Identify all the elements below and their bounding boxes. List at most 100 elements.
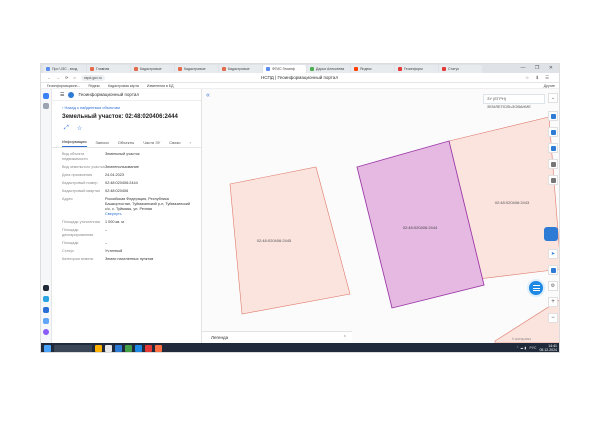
browser-tab-strip: Про ЧЭС - вход Главная Кадастровые Кадас…: [41, 64, 559, 73]
browser-tab[interactable]: Про ЧЭС - вход: [43, 64, 86, 73]
measure-icon[interactable]: [548, 127, 558, 137]
menu-lines-icon: [532, 285, 540, 291]
url-field[interactable]: nspd.gov.ru: [80, 74, 105, 81]
panel-header: ☰ Геоинформационный портал: [52, 89, 201, 101]
attribute-row: Адрес Российская Федерация, Республика Ба…: [62, 197, 190, 216]
favicon-icon: [134, 66, 138, 71]
bookmark-item[interactable]: Кадастровая карта: [108, 84, 139, 88]
attribute-row: Площадь уточненная 1 000 кв. м: [62, 220, 124, 224]
parcel-right-label: 02:48:020406:2443: [495, 200, 530, 205]
map-canvas[interactable]: 02:48:020406:2445 02:48:020406:2444 02:4…: [202, 89, 559, 343]
zoom-in-button[interactable]: +: [548, 297, 558, 307]
window-controls[interactable]: — ❐ ✕: [521, 65, 557, 71]
browser-tab[interactable]: Кадастровые: [131, 64, 174, 73]
collapse-link[interactable]: Свернуть: [105, 212, 122, 216]
browser-tab[interactable]: Кадастровые: [219, 64, 262, 73]
back-to-results-link[interactable]: ‹ Назад к найденным объектам: [52, 101, 201, 110]
browser-tab[interactable]: Кадастровые: [175, 64, 218, 73]
tab-links[interactable]: Связи: [169, 140, 180, 147]
tab-parts[interactable]: Части ЗУ: [143, 140, 160, 147]
print-icon[interactable]: [548, 175, 558, 185]
sidebar-app-icon[interactable]: [43, 93, 49, 99]
layers-panel-icon[interactable]: [548, 265, 558, 275]
map-parcels: 02:48:020406:2445 02:48:020406:2444 02:4…: [229, 116, 559, 343]
home-icon[interactable]: ⌂: [73, 75, 75, 80]
favicon-icon: [178, 66, 182, 71]
taskbar-app-icon[interactable]: [155, 345, 162, 352]
parcel-selected-label: 02:48:020406:2444: [403, 225, 438, 230]
yandex-browser-icon[interactable]: [145, 345, 152, 352]
tab-records[interactable]: Записи: [96, 140, 109, 147]
favorite-star-icon[interactable]: ☆: [77, 125, 82, 132]
object-panel: ☰ Геоинформационный портал ‹ Назад к най…: [52, 89, 202, 343]
vk-icon[interactable]: [43, 307, 49, 313]
chevron-down-icon[interactable]: ⌄: [548, 93, 558, 103]
favicon-icon: [266, 66, 270, 71]
layer-select[interactable]: ЗУ (ЕГРН) ЗЕМЛЕПОЛЬЗОВАНИЕ: [483, 94, 545, 109]
share-icon[interactable]: [548, 159, 558, 169]
browser-tab[interactable]: Главная: [87, 64, 130, 73]
tab-info[interactable]: Информация: [62, 139, 87, 147]
bookmark-item[interactable]: Изменения в БД: [147, 84, 174, 88]
panel-actions: ⤢ ☆: [52, 120, 201, 132]
attribute-row: Кадастровый квартал 02:48:020406: [62, 189, 129, 193]
menu-icon[interactable]: ☰: [60, 92, 64, 98]
screenshot-frame: Про ЧЭС - вход Главная Кадастровые Кадас…: [40, 63, 560, 353]
browser-tab[interactable]: Cтатус: [439, 64, 482, 73]
bookmark-item[interactable]: Геоинформационн...: [47, 84, 80, 88]
parcel-left-label: 02:48:020406:2445: [257, 238, 292, 243]
bookmark-other[interactable]: Другие: [544, 84, 555, 88]
address-value: Российская Федерация, Республика Башкорт…: [105, 197, 190, 216]
bookmark-item[interactable]: Яндекс: [88, 84, 100, 88]
legend-bar[interactable]: Легенда ⌃: [202, 331, 352, 343]
geolocation-icon[interactable]: ➤: [548, 249, 558, 259]
taskbar-app-icon[interactable]: [115, 345, 122, 352]
favicon-icon: [354, 66, 358, 71]
panel-tabs: Информация Записи Объекты Части ЗУ Связи…: [52, 132, 201, 148]
taskbar-app-icon[interactable]: [135, 345, 142, 352]
taskbar-app-icon[interactable]: [105, 345, 112, 352]
reload-icon[interactable]: ⟳: [65, 75, 68, 80]
start-icon[interactable]: [44, 345, 51, 352]
sidebar-app-icon[interactable]: [43, 318, 49, 324]
tray-icons[interactable]: ⌃ ☁ ▮: [516, 346, 526, 350]
sidebar-app-icon[interactable]: [43, 285, 49, 291]
browser-tab[interactable]: Дарья Алексеева: [307, 64, 350, 73]
favicon-icon: [398, 66, 402, 71]
sidebar-app-icon[interactable]: [43, 103, 49, 109]
browser-sidebar: [41, 89, 52, 343]
attribute-row: Вид объекта недвижимости Земельный участо…: [62, 152, 140, 161]
favicon-icon: [222, 66, 226, 71]
taskbar-app-icon[interactable]: [125, 345, 132, 352]
favicon-icon: [310, 66, 314, 71]
browser-tab[interactable]: Геоинформ: [395, 64, 438, 73]
zoom-out-button[interactable]: −: [548, 313, 558, 323]
browser-tab-active[interactable]: ФГИС Геоинф: [263, 64, 306, 73]
locate-icon[interactable]: ⤢: [64, 125, 69, 132]
chat-assistant-button[interactable]: [527, 279, 545, 297]
settings-icon[interactable]: ⚙: [548, 281, 558, 291]
attribute-row: Статус Учтенный: [62, 249, 123, 253]
favicon-icon: [442, 66, 446, 71]
collapse-panel-icon[interactable]: «: [206, 92, 210, 99]
taskbar-search[interactable]: [54, 345, 92, 352]
back-arrow-icon[interactable]: ←: [47, 75, 51, 80]
tabs-scroll-icon[interactable]: ›: [189, 140, 190, 147]
attribute-row: Дата присвоения 24.04.2023: [62, 173, 125, 177]
address-bar: ← → ⟳ ⌂ nspd.gov.ru НСПД | Геоинформацио…: [41, 73, 559, 83]
file-explorer-icon[interactable]: [95, 345, 102, 352]
browser-menu-icons[interactable]: ☆⬇☰: [525, 75, 555, 81]
forward-arrow-icon[interactable]: →: [56, 75, 60, 80]
attribute-row: Площадь декларированная –: [62, 228, 108, 237]
map-attribution: © НСПД 2024: [511, 337, 531, 341]
clock[interactable]: 14:41 05.12.2024: [539, 344, 557, 352]
select-area-icon[interactable]: [548, 143, 558, 153]
tool-active-button[interactable]: [544, 227, 558, 241]
telegram-icon[interactable]: [43, 296, 49, 302]
chevron-up-icon: ⌃: [342, 335, 347, 341]
tab-objects[interactable]: Объекты: [118, 140, 135, 147]
language-indicator[interactable]: РУС: [529, 346, 536, 350]
layers-icon[interactable]: [548, 111, 558, 121]
sidebar-app-icon[interactable]: [43, 329, 49, 335]
browser-tab[interactable]: Яндекс: [351, 64, 394, 73]
